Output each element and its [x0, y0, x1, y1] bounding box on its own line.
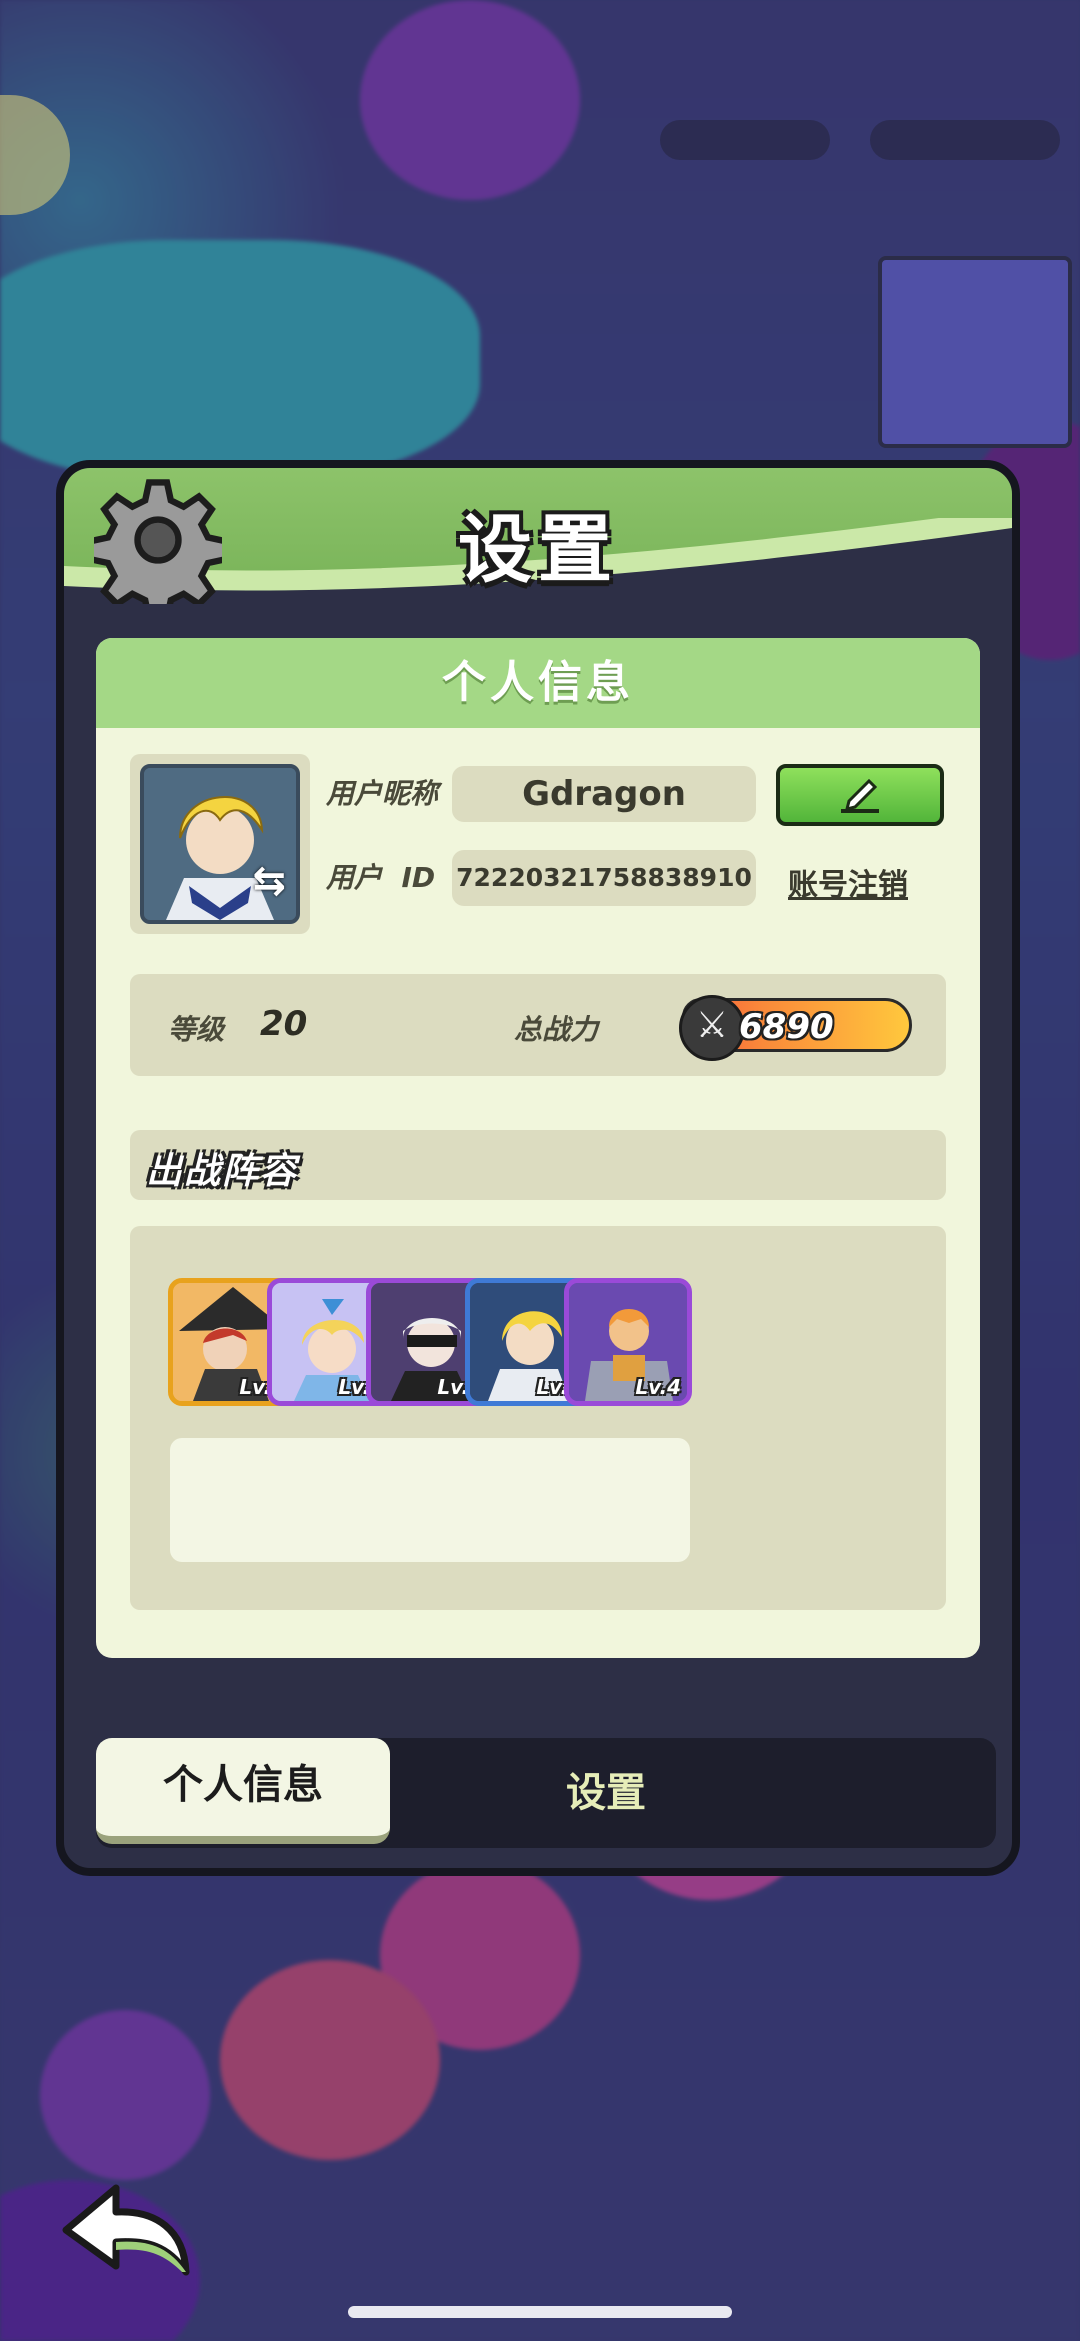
nickname-field: Gdragon: [452, 766, 756, 822]
section-title: 个人信息: [96, 638, 980, 728]
home-indicator[interactable]: [348, 2306, 732, 2318]
avatar-frame[interactable]: ⇆: [130, 754, 310, 934]
avatar[interactable]: ⇆: [140, 764, 300, 924]
total-power-value: 6890: [739, 1007, 834, 1047]
nickname-label: 用户昵称: [326, 777, 439, 810]
swap-arrow-icon: ⇆: [252, 858, 286, 904]
power-badge: ⚔ 6890: [679, 995, 912, 1061]
minimap[interactable]: [878, 256, 1072, 448]
stats-bar: 等级 20 总战力 ⚔ 6890: [130, 974, 946, 1076]
hero-card[interactable]: Lv.4: [564, 1278, 692, 1406]
currency-pill-gems[interactable]: [660, 120, 830, 160]
edit-nickname-button[interactable]: [776, 764, 944, 826]
tab-profile[interactable]: 个人信息: [96, 1738, 390, 1844]
total-power-label: 总战力: [514, 1013, 599, 1046]
profile-card: 个人信息 ⇆ 用户昵称 Gdragon 用户 ID 72220321758838…: [96, 638, 980, 1658]
settings-dialog: 设置 个人信息 ⇆ 用户昵称 Gdragon 用户 ID 72220321758…: [56, 460, 1020, 1876]
back-arrow-icon[interactable]: [56, 2180, 196, 2280]
lineup-header: 出战阵容: [130, 1130, 946, 1200]
lineup-title: 出战阵容: [146, 1151, 299, 1192]
tab-settings[interactable]: 设置: [506, 1738, 706, 1848]
user-id-label: 用户 ID: [326, 861, 436, 894]
currency-pill-coins[interactable]: [870, 120, 1060, 160]
sword-icon: ⚔: [679, 995, 745, 1061]
hero-level: Lv.4: [635, 1375, 681, 1399]
cancel-account-link[interactable]: 账号注销: [788, 860, 908, 904]
dialog-title: 设置: [458, 507, 618, 593]
lineup-panel: Lv.1 Lv.8 Lv.6 Lv.1 Lv.4: [130, 1226, 946, 1610]
level-value: 20: [260, 1004, 308, 1044]
empty-hero-slot[interactable]: [566, 1438, 690, 1562]
dialog-tabs: 个人信息 设置: [96, 1738, 996, 1848]
level-label: 等级: [168, 1013, 225, 1046]
pencil-icon: [841, 778, 879, 813]
user-id-field: 72220321758838910: [452, 850, 756, 906]
